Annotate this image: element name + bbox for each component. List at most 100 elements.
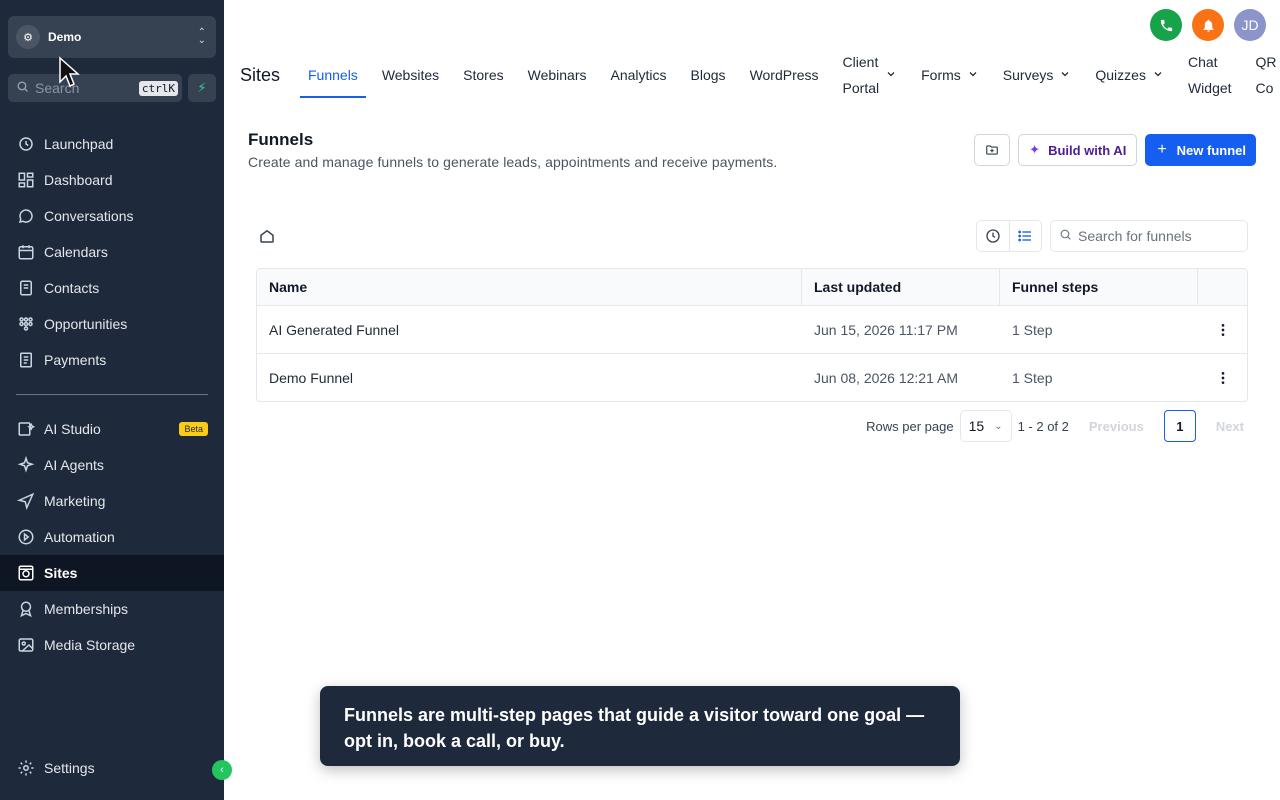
column-header-updated[interactable]: Last updated bbox=[802, 269, 1000, 305]
build-with-ai-button[interactable]: ✦ Build with AI bbox=[1018, 134, 1138, 166]
nav-group-main: Launchpad Dashboard Conversations Calendars… bbox=[0, 126, 224, 378]
sidebar-item-automation[interactable]: Automation bbox=[0, 519, 224, 555]
column-header-name[interactable]: Name bbox=[257, 269, 802, 305]
sidebar-item-label: Marketing bbox=[44, 493, 106, 509]
new-folder-button[interactable] bbox=[974, 134, 1011, 166]
new-funnel-button[interactable]: + New funnel bbox=[1145, 134, 1256, 166]
sidebar-item-conversations[interactable]: Conversations bbox=[0, 198, 224, 234]
tab-forms[interactable]: Forms bbox=[913, 51, 987, 99]
search-icon bbox=[16, 80, 29, 96]
row-menu-button[interactable] bbox=[1198, 370, 1247, 386]
funnel-name[interactable]: AI Generated Funnel bbox=[257, 322, 802, 338]
home-icon[interactable] bbox=[258, 227, 276, 245]
notifications-button[interactable] bbox=[1192, 9, 1224, 41]
tab-funnels[interactable]: Funnels bbox=[300, 51, 366, 99]
tab-chat[interactable]: Chat Widget bbox=[1180, 51, 1240, 99]
chevron-updown-icon: ⌃ ⌄ bbox=[197, 27, 206, 46]
tab-surveys[interactable]: Surveys bbox=[995, 51, 1080, 99]
page-range: 1 - 2 of 2 bbox=[1017, 418, 1069, 434]
table-row[interactable]: AI Generated Funnel Jun 15, 2026 11:17 PM… bbox=[257, 305, 1247, 353]
sidebar-item-label: AI Agents bbox=[44, 457, 104, 473]
collapse-sidebar-button[interactable]: ‹ bbox=[212, 760, 232, 780]
tab-label: Client Portal bbox=[843, 49, 880, 101]
tab-quizzes[interactable]: Quizzes bbox=[1087, 51, 1172, 99]
tab-analytics[interactable]: Analytics bbox=[603, 51, 675, 99]
page-subtitle: Create and manage funnels to generate le… bbox=[248, 154, 778, 170]
launchpad-icon bbox=[16, 134, 36, 154]
sidebar-item-ai-agents[interactable]: AI Agents bbox=[0, 447, 224, 483]
sidebar-item-opportunities[interactable]: Opportunities bbox=[0, 306, 224, 342]
more-vertical-icon bbox=[1221, 323, 1224, 336]
sidebar-item-launchpad[interactable]: Launchpad bbox=[0, 126, 224, 162]
tab-label-line1: Chat bbox=[1187, 54, 1218, 70]
chat-icon bbox=[16, 206, 36, 226]
sidebar-item-payments[interactable]: Payments bbox=[0, 342, 224, 378]
list-view-button[interactable] bbox=[1010, 221, 1042, 251]
sidebar-item-label: Memberships bbox=[44, 601, 129, 617]
funnel-steps: 1 Step bbox=[1012, 321, 1053, 338]
funnel-name[interactable]: Demo Funnel bbox=[257, 370, 802, 386]
clock-icon bbox=[986, 229, 1000, 243]
chevron-left-icon: ‹ bbox=[220, 764, 224, 776]
sidebar-item-sites[interactable]: Sites bbox=[0, 555, 224, 591]
funnel-search-input[interactable] bbox=[1078, 228, 1238, 244]
tab-label: Webinars bbox=[527, 67, 587, 83]
nav-divider bbox=[16, 394, 208, 395]
sidebar-item-label: Settings bbox=[44, 760, 95, 776]
account-name: Demo bbox=[48, 30, 82, 44]
sidebar-item-label: Media Storage bbox=[44, 637, 136, 653]
recent-view-button[interactable] bbox=[977, 221, 1010, 251]
tab-label: Forms bbox=[921, 67, 961, 83]
sidebar-item-dashboard[interactable]: Dashboard bbox=[0, 162, 224, 198]
sidebar-item-memberships[interactable]: Memberships bbox=[0, 591, 224, 627]
tab-client[interactable]: Client Portal bbox=[835, 51, 906, 99]
page-actions: ✦ Build with AI + New funnel bbox=[974, 134, 1256, 166]
last-updated: Jun 15, 2026 11:17 PM bbox=[814, 321, 958, 338]
table-row[interactable]: Demo Funnel Jun 08, 2026 12:21 AM 1 Step bbox=[257, 353, 1247, 401]
tab-label: Websites bbox=[381, 67, 440, 83]
tab-blogs[interactable]: Blogs bbox=[683, 51, 734, 99]
tab-qr[interactable]: QR Co bbox=[1248, 51, 1280, 99]
funnel-steps: 1 Step bbox=[1012, 369, 1053, 386]
table-header: Name Last updated Funnel steps bbox=[257, 269, 1247, 305]
section-title: Sites bbox=[240, 65, 281, 85]
sparkle-icon bbox=[16, 455, 36, 475]
tooltip-text: Funnels are multi-step pages that guide … bbox=[344, 705, 925, 751]
row-menu-button[interactable] bbox=[1198, 322, 1247, 338]
topbar-actions: JD bbox=[1150, 9, 1266, 41]
previous-page-button[interactable]: Previous bbox=[1075, 419, 1158, 434]
tab-wordpress[interactable]: WordPress bbox=[742, 51, 827, 99]
sidebar-item-label: Launchpad bbox=[44, 136, 114, 152]
sidebar-item-contacts[interactable]: Contacts bbox=[0, 270, 224, 306]
new-funnel-label: New funnel bbox=[1176, 142, 1246, 158]
tab-websites[interactable]: Websites bbox=[374, 51, 447, 99]
quick-actions-button[interactable]: ⚡ bbox=[188, 74, 216, 102]
account-switcher[interactable]: ⚙ Demo ⌃ ⌄ bbox=[8, 16, 216, 58]
tab-label-line1: QR bbox=[1255, 54, 1277, 70]
column-header-steps[interactable]: Funnel steps bbox=[1000, 269, 1198, 305]
build-with-ai-label: Build with AI bbox=[1048, 142, 1127, 158]
next-page-button[interactable]: Next bbox=[1202, 419, 1258, 434]
sidebar-item-ai-studio[interactable]: AI Studio Beta bbox=[0, 411, 224, 447]
sidebar-item-settings[interactable]: Settings bbox=[0, 750, 224, 786]
sidebar-search-input[interactable]: Search ctrlK bbox=[8, 74, 182, 102]
rows-per-page-select[interactable]: 15 ⌄ bbox=[959, 410, 1012, 442]
award-icon bbox=[16, 599, 36, 619]
mouse-cursor-icon bbox=[59, 56, 80, 88]
sparkle-icon: ✦ bbox=[1029, 142, 1041, 157]
sidebar-search-placeholder: Search bbox=[35, 80, 80, 96]
phone-button[interactable] bbox=[1150, 9, 1182, 41]
tab-stores[interactable]: Stores bbox=[455, 51, 511, 99]
tab-label: QR Co bbox=[1256, 49, 1277, 101]
page-number-button[interactable]: 1 bbox=[1163, 410, 1196, 442]
sidebar-item-marketing[interactable]: Marketing bbox=[0, 483, 224, 519]
calendar-icon bbox=[16, 242, 36, 262]
onboarding-tooltip: Funnels are multi-step pages that guide … bbox=[320, 686, 960, 766]
funnels-table: Name Last updated Funnel steps AI Genera… bbox=[256, 268, 1248, 402]
sidebar-item-calendars[interactable]: Calendars bbox=[0, 234, 224, 270]
tab-webinars[interactable]: Webinars bbox=[520, 51, 595, 99]
tab-label: Funnels bbox=[308, 67, 358, 83]
avatar[interactable]: JD bbox=[1234, 9, 1266, 41]
view-toggle bbox=[976, 220, 1042, 252]
sidebar-item-media-storage[interactable]: Media Storage bbox=[0, 627, 224, 663]
